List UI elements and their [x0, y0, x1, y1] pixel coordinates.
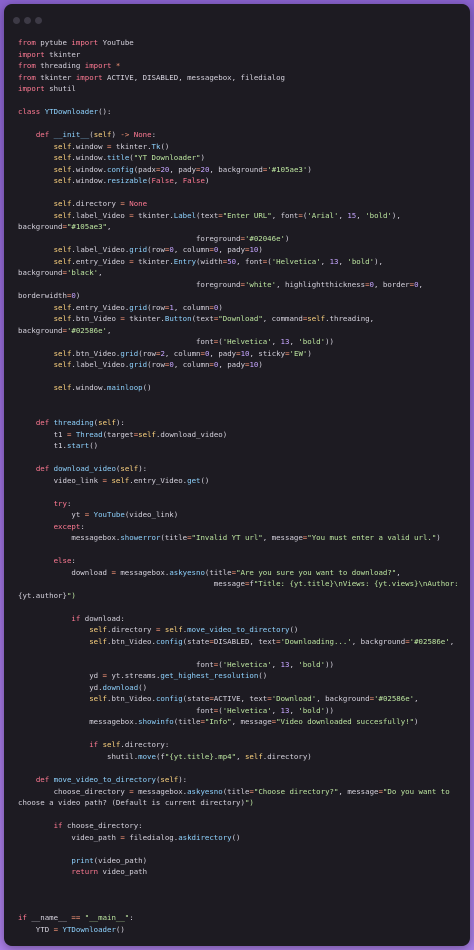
code-line: def move_video_to_directory(self):: [35, 775, 188, 784]
code-line: return video_path: [71, 867, 148, 877]
code-line: ​: [18, 95, 464, 107]
code-line: self.label_Video = tkinter.Label(text="E…: [53, 210, 401, 220]
minimize-dot[interactable]: [24, 17, 31, 24]
code-line: ​: [18, 728, 464, 740]
code-line: self.entry_Video = tkinter.Entry(width=5…: [53, 256, 383, 266]
code-line: else:: [53, 556, 76, 566]
code-line: if download:: [71, 613, 125, 623]
code-line: def download_video(self):: [35, 464, 148, 474]
code-line: def threading(self):: [35, 418, 125, 428]
code-line: ​: [18, 371, 464, 383]
code-line: self.btn_Video.grid(row=2, column=0, pad…: [53, 348, 312, 358]
code-block: from pytube import YouTube import tkinter…: [18, 37, 464, 935]
code-line: ​: [18, 394, 464, 406]
code-line: shutil.move(f"{yt.title}.mp4", self.dire…: [18, 751, 312, 761]
code-line: t1 = Thread(target=self.download_video): [18, 429, 228, 439]
window-titlebar: [4, 4, 470, 36]
code-line: self.label_Video.grid(row=0, column=0, p…: [53, 360, 263, 370]
code-line: foreground='white', highlightthickness=0…: [18, 279, 423, 289]
code-line: font=('Helvetica', 13, 'bold')): [18, 337, 334, 347]
code-line: self.btn_Video = tkinter.Button(text="Do…: [53, 314, 375, 324]
code-line: ​: [18, 809, 464, 821]
code-line: foreground='#02046e'): [18, 233, 290, 243]
code-line: self.label_Video.grid(row=0, column=0, p…: [53, 245, 263, 255]
code-line: if __name__ == "__main__":: [18, 913, 134, 923]
code-line: ​: [18, 118, 464, 130]
code-line: messagebox.showerror(title="Invalid YT u…: [18, 533, 441, 543]
code-line: self.entry_Video.grid(row=1, column=0): [53, 302, 223, 312]
code-line: yd.download(): [18, 682, 148, 692]
code-line: video_path = filedialog.askdirectory(): [18, 832, 241, 842]
code-window: from pytube import YouTube import tkinter…: [4, 4, 470, 946]
code-line: ​: [18, 544, 464, 556]
code-line: message=f"Title: {yt.title}\nViews: {yt.…: [18, 579, 459, 589]
code-line: except:: [53, 521, 85, 531]
code-line: self.btn_Video.config(state=ACTIVE, text…: [89, 694, 419, 704]
code-line: borderwidth=0): [18, 291, 81, 301]
code-line: yt = YouTube(video_link): [18, 510, 179, 520]
code-line: ​: [18, 601, 464, 613]
code-line: from threading import *: [18, 61, 121, 71]
code-line: self.window = tkinter.Tk(): [53, 141, 170, 151]
code-line: t1.start(): [18, 441, 99, 451]
code-line: try:: [53, 498, 72, 508]
code-line: ​: [18, 889, 464, 901]
code-line: self.window.title("YT Downloader"): [53, 153, 205, 163]
code-line: if self.directory:: [89, 740, 170, 750]
code-line: choose a video path? (Default is current…: [18, 798, 254, 808]
code-line: self.window.mainloop(): [53, 383, 152, 393]
code-line: from pytube import YouTube: [18, 38, 134, 47]
code-line: ​: [18, 486, 464, 498]
code-line: self.window.config(padx=20, pady=20, bac…: [53, 164, 312, 174]
code-line: import shutil: [18, 84, 76, 94]
code-line: ​: [18, 406, 464, 418]
code-line: messagebox.showinfo(title="Info", messag…: [18, 717, 419, 727]
code-line: import tkinter: [18, 49, 81, 59]
code-line: ​: [18, 901, 464, 913]
code-line: yd = yt.streams.get_highest_resolution(): [18, 671, 268, 681]
code-line: background="#105ae3",: [18, 222, 112, 232]
code-line: self.btn_Video.config(state=DISABLED, te…: [89, 636, 455, 646]
code-line: from tkinter import ACTIVE, DISABLED, me…: [18, 72, 285, 82]
code-line: self.directory = None: [53, 199, 148, 209]
code-line: ​: [18, 647, 464, 659]
code-line: font=('Helvetica', 13, 'bold')): [18, 659, 334, 669]
code-line: print(video_path): [71, 855, 148, 865]
code-line: self.directory = self.move_video_to_dire…: [89, 625, 299, 635]
code-line: def __init__(self) -> None:: [35, 130, 157, 140]
code-line: font=('Helvetica', 13, 'bold')): [18, 705, 334, 715]
code-line: background='black',: [18, 268, 103, 278]
code-line: {yt.author}"): [18, 590, 76, 600]
code-line: choose_directory = messagebox.askyesno(t…: [18, 786, 450, 796]
code-line: if choose_directory:: [53, 821, 143, 831]
code-line: ​: [18, 843, 464, 855]
code-line: video_link = self.entry_Video.get(): [18, 475, 210, 485]
close-dot[interactable]: [13, 17, 20, 24]
code-line: background='#02586e',: [18, 325, 112, 335]
code-line: self.window.resizable(False, False): [53, 176, 210, 186]
code-line: ​: [18, 187, 464, 199]
code-line: ​: [18, 762, 464, 774]
code-line: ​: [18, 452, 464, 464]
code-line: YTD = YTDownloader(): [18, 924, 125, 934]
code-line: download = messagebox.askyesno(title="Ar…: [18, 567, 401, 577]
code-line: ​: [18, 878, 464, 890]
maximize-dot[interactable]: [35, 17, 42, 24]
code-line: class YTDownloader():: [18, 107, 112, 117]
